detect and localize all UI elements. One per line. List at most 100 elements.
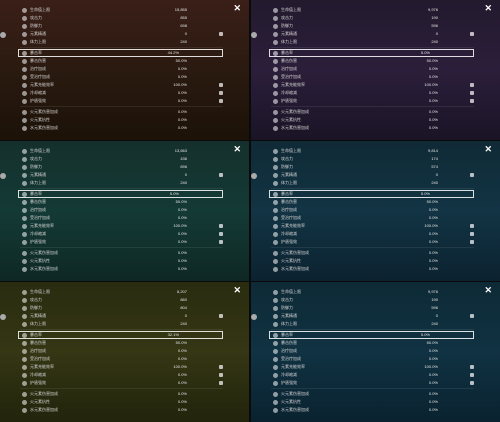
stat-label: 元素充能效率: [281, 82, 305, 87]
stat-row: 攻击力 190: [251, 14, 500, 22]
info-icon[interactable]: [219, 224, 223, 228]
stat-value: 0.0%: [428, 90, 438, 95]
stat-icon: [273, 156, 278, 162]
stat-value: 240: [180, 180, 187, 185]
stat-row: 受治疗加成 0.0%: [0, 355, 249, 363]
stat-icon: [22, 172, 27, 178]
info-icon[interactable]: [470, 373, 474, 377]
info-icon[interactable]: [470, 314, 474, 318]
stat-value: 698: [180, 23, 187, 28]
stat-value: 9,976: [427, 289, 438, 294]
stat-value: 240: [431, 39, 438, 44]
stat-label: 防御力: [30, 305, 42, 310]
info-icon[interactable]: [470, 365, 474, 369]
stat-label: 元素精通: [30, 31, 46, 36]
stat-label: 生命值上限: [281, 289, 301, 294]
stat-label: 治疗加成: [30, 66, 46, 71]
stat-value: 0.0%: [177, 239, 187, 244]
stat-row-selected[interactable]: 暴击率 5.0%: [269, 331, 474, 339]
info-icon[interactable]: [219, 99, 223, 103]
stat-label: 护盾强效: [281, 380, 297, 385]
info-icon[interactable]: [470, 83, 474, 87]
stat-label: 水元素伤害加成: [30, 407, 58, 412]
stat-row: 火元素抗性 0.0%: [0, 116, 249, 124]
divider: [271, 247, 474, 248]
stat-value: 0.0%: [177, 231, 187, 236]
stat-label: 火元素伤害加成: [30, 109, 58, 114]
stat-icon: [273, 407, 278, 413]
stat-row: 元素充能效率 100.0%: [251, 222, 500, 230]
info-icon[interactable]: [219, 173, 223, 177]
stat-row: 元素精通 0: [0, 30, 249, 38]
stat-label: 元素充能效率: [281, 364, 305, 369]
character-stats-panel: ✕ 生命值上限 8,207 攻击力 860 防御力 804 元素精通 0 体力上限 240 暴击率 32…: [0, 282, 249, 422]
stat-value: 0.0%: [428, 372, 438, 377]
stats-list[interactable]: 生命值上限 13,663 攻击力 436 防御力 896 元素精通 0 体力上限 240 暴击率 5.…: [0, 147, 249, 273]
info-icon[interactable]: [219, 83, 223, 87]
info-icon[interactable]: [219, 91, 223, 95]
stat-label: 水元素伤害加成: [30, 266, 58, 271]
info-icon[interactable]: [219, 381, 223, 385]
info-icon[interactable]: [219, 32, 223, 36]
stat-value: 13,663: [174, 148, 187, 153]
info-icon[interactable]: [470, 381, 474, 385]
stat-label: 体力上限: [30, 321, 46, 326]
stat-icon: [22, 31, 27, 37]
stats-list[interactable]: 生命值上限 9,976 攻击力 190 防御力 596 元素精通 0 体力上限 240 暴击率 5.0…: [251, 288, 500, 414]
info-icon[interactable]: [470, 173, 474, 177]
info-icon[interactable]: [470, 91, 474, 95]
stat-icon: [273, 289, 278, 295]
stat-value: 0.0%: [428, 399, 438, 404]
stats-list[interactable]: 生命值上限 9,814 攻击力 174 防御力 574 元素精通 0 体力上限 240 暴击率 5.0…: [251, 147, 500, 273]
stat-value: 0.0%: [177, 109, 187, 114]
stat-row: 冷却缩减 0.0%: [251, 89, 500, 97]
stat-row-selected[interactable]: 暴击率 5.0%: [18, 190, 223, 198]
stat-label: 暴击率: [30, 332, 42, 337]
stat-value: 0.0%: [177, 117, 187, 122]
stat-value: 0.0%: [177, 391, 187, 396]
stat-value: 0.0%: [177, 372, 187, 377]
stat-value: 50.0%: [175, 340, 187, 345]
stat-row-selected[interactable]: 暴击率 5.0%: [269, 49, 474, 57]
info-icon[interactable]: [470, 99, 474, 103]
stats-list[interactable]: 生命值上限 15,855 攻击力 855 防御力 698 元素精通 0 体力上限 240 暴击率 44…: [0, 6, 249, 132]
stat-row: 元素精通 0: [251, 312, 500, 320]
stat-icon: [273, 109, 278, 115]
stat-value: 0.0%: [428, 117, 438, 122]
info-icon[interactable]: [219, 373, 223, 377]
stat-value: 574: [431, 164, 438, 169]
info-icon[interactable]: [470, 32, 474, 36]
stat-row: 元素精通 0: [0, 312, 249, 320]
stats-list[interactable]: 生命值上限 9,976 攻击力 190 防御力 596 元素精通 0 体力上限 240 暴击率 5.0…: [251, 6, 500, 132]
stats-list[interactable]: 生命值上限 8,207 攻击力 860 防御力 804 元素精通 0 体力上限 240 暴击率 32.…: [0, 288, 249, 414]
stat-label: 冷却缩减: [281, 90, 297, 95]
stat-icon: [22, 266, 27, 272]
info-icon[interactable]: [470, 224, 474, 228]
stat-row: 元素精通 0: [0, 171, 249, 179]
stat-value: 100.0%: [424, 223, 438, 228]
stat-label: 元素充能效率: [30, 223, 54, 228]
stat-row-selected[interactable]: 暴击率 44.2%: [18, 49, 223, 57]
stat-icon: [22, 223, 27, 229]
stat-row-selected[interactable]: 暴击率 32.1%: [18, 331, 223, 339]
info-icon[interactable]: [219, 365, 223, 369]
stat-label: 治疗加成: [281, 66, 297, 71]
stat-value: 0.0%: [177, 399, 187, 404]
info-icon[interactable]: [219, 240, 223, 244]
info-icon[interactable]: [470, 232, 474, 236]
stat-row-selected[interactable]: 暴击率 5.0%: [269, 190, 474, 198]
stat-label: 治疗加成: [30, 348, 46, 353]
stat-value: 5.0%: [169, 191, 179, 196]
stat-label: 水元素伤害加成: [281, 407, 309, 412]
info-icon[interactable]: [470, 240, 474, 244]
stat-row: 治疗加成 0.0%: [0, 206, 249, 214]
info-icon[interactable]: [219, 232, 223, 236]
stat-row: 防御力 698: [0, 22, 249, 30]
stat-row: 冷却缩减 0.0%: [251, 230, 500, 238]
stat-icon: [22, 258, 27, 264]
stat-row: 火元素抗性 0.0%: [251, 398, 500, 406]
stat-value: 0.0%: [177, 66, 187, 71]
stat-row: 火元素伤害加成 0.0%: [251, 108, 500, 116]
stat-label: 暴击伤害: [30, 199, 46, 204]
info-icon[interactable]: [219, 314, 223, 318]
